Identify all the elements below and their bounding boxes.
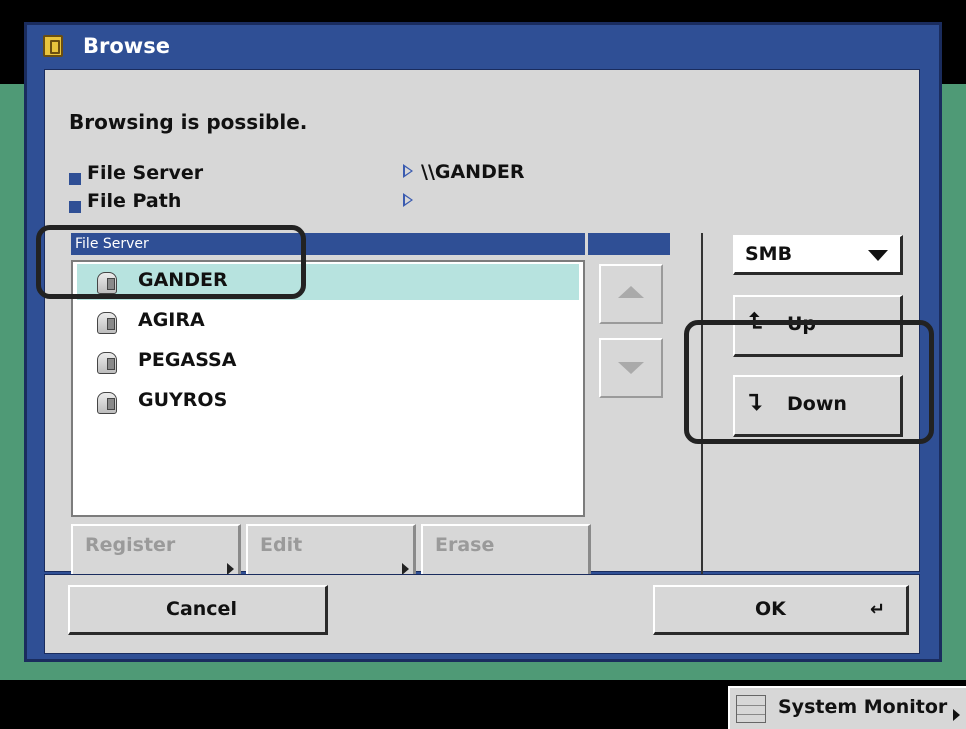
erase-label: Erase [435, 534, 495, 556]
protocol-select[interactable]: SMB [733, 235, 903, 275]
dialog-title: Browse [83, 34, 170, 58]
scroll-up-button[interactable] [599, 264, 663, 324]
bullet-icon [69, 173, 81, 185]
server-icon [97, 312, 117, 334]
status-message: Browsing is possible. [69, 110, 308, 134]
system-monitor-label: System Monitor [778, 696, 948, 718]
dialog-footer: Cancel OK ↵ [44, 574, 920, 654]
browse-icon [43, 35, 63, 57]
list-item-label: PEGASSA [138, 349, 237, 371]
server-icon [97, 352, 117, 374]
pointer-arrow-icon [403, 164, 413, 178]
monitor-icon [736, 695, 766, 723]
title-bar: Browse [27, 25, 939, 69]
highlight-outline [684, 320, 934, 444]
dropdown-arrow-icon [868, 250, 888, 261]
enter-icon: ↵ [870, 599, 886, 620]
triangle-up-icon [618, 286, 644, 298]
ok-label: OK [755, 598, 786, 620]
pointer-arrow-icon [403, 193, 413, 207]
ok-button[interactable]: OK ↵ [653, 585, 909, 635]
list-item-pegassa[interactable]: PEGASSA [77, 344, 579, 380]
list-item-label: AGIRA [138, 309, 205, 331]
bullet-icon [69, 201, 81, 213]
register-label: Register [85, 534, 176, 556]
file-server-label: File Server [87, 162, 204, 184]
system-monitor-button[interactable]: System Monitor [728, 686, 966, 729]
triangle-down-icon [618, 362, 644, 374]
list-item-agira[interactable]: AGIRA [77, 304, 579, 340]
edit-label: Edit [260, 534, 303, 556]
server-icon [97, 392, 117, 414]
list-item-guyros[interactable]: GUYROS [77, 384, 579, 420]
cancel-button[interactable]: Cancel [68, 585, 328, 635]
list-header-extra [588, 233, 670, 255]
scroll-down-button[interactable] [599, 338, 663, 398]
cancel-label: Cancel [166, 598, 237, 620]
arrow-right-icon [953, 709, 960, 721]
list-item-label: GUYROS [138, 389, 228, 411]
highlight-outline [36, 225, 306, 299]
protocol-value: SMB [745, 243, 793, 265]
file-path-label: File Path [87, 190, 182, 212]
file-server-value: \\GANDER [421, 161, 525, 183]
